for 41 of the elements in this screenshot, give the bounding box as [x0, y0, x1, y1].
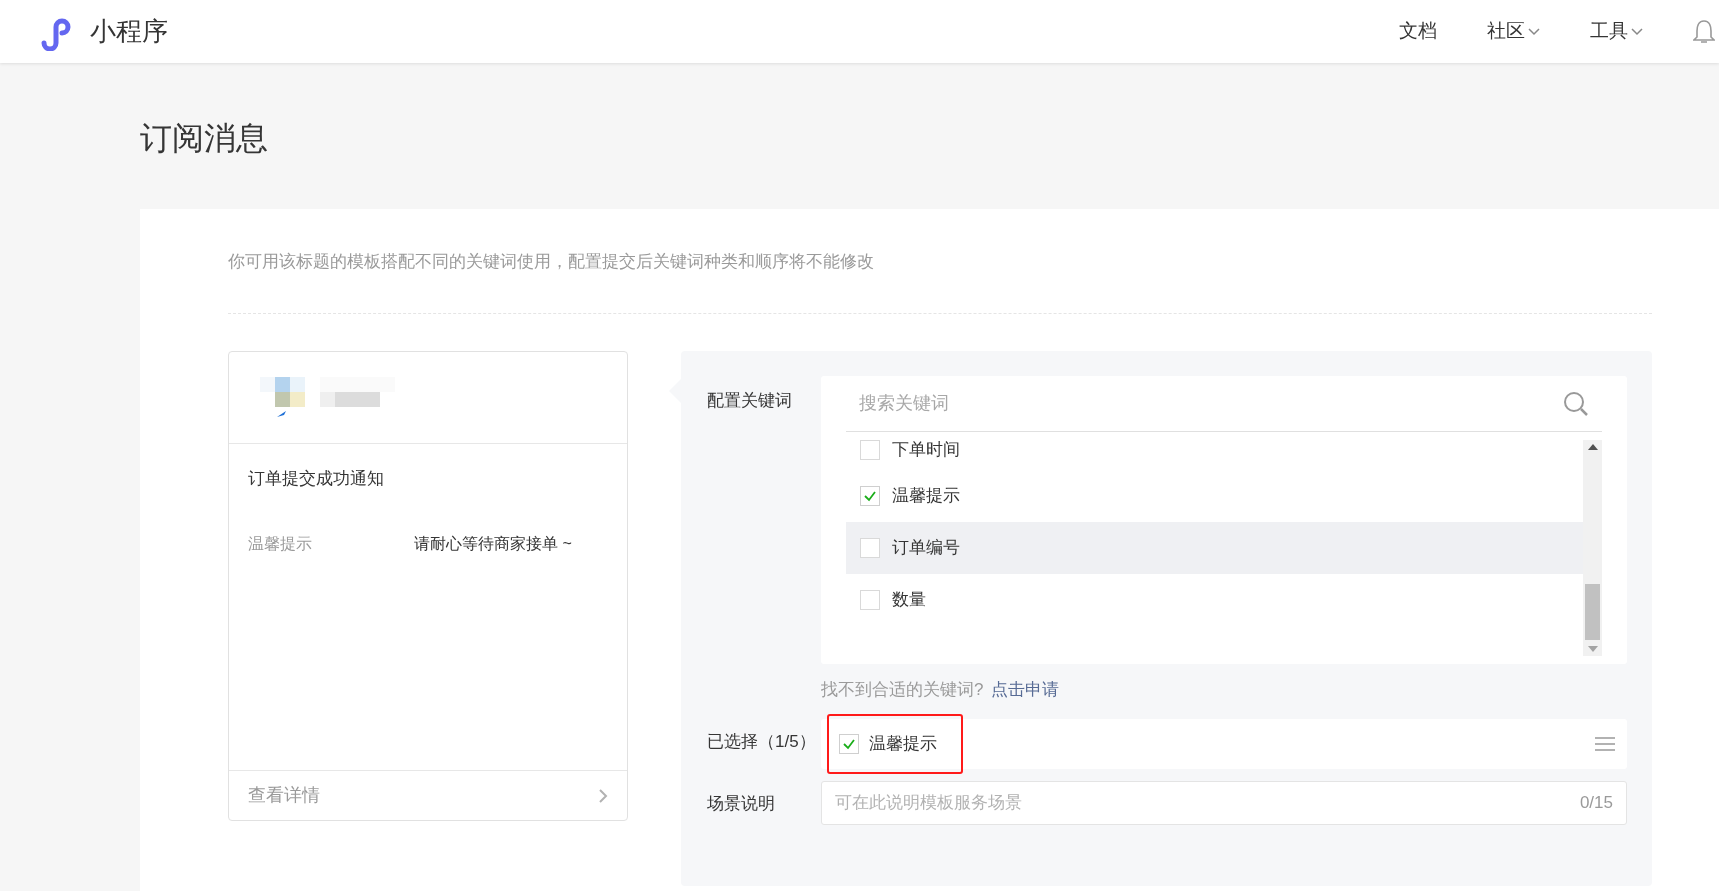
description-text: 你可用该标题的模板搭配不同的关键词使用，配置提交后关键词种类和顺序将不能修改 — [228, 251, 875, 273]
template-title: 订单提交成功通知 — [248, 468, 385, 490]
nav-link[interactable]: 工具 — [1590, 17, 1643, 46]
checkbox[interactable] — [860, 440, 880, 460]
checkbox[interactable] — [860, 486, 880, 506]
chevron-down-icon — [1631, 27, 1643, 36]
keyword-label: 数量 — [892, 590, 926, 610]
scroll-down-icon[interactable] — [1587, 646, 1598, 652]
chevron-down-icon — [1528, 27, 1540, 36]
drag-handle-icon[interactable] — [1595, 735, 1615, 752]
keyword-option[interactable]: 订单编号 — [846, 522, 1583, 574]
search-icon[interactable] — [1563, 390, 1589, 417]
checkbox[interactable] — [860, 590, 880, 610]
nav-link[interactable]: 文档 — [1399, 17, 1437, 46]
selected-keyword[interactable]: 温馨提示 — [827, 713, 963, 774]
hint-text: 找不到合适的关键词? — [821, 679, 984, 701]
field-label: 温馨提示 — [248, 533, 313, 554]
search-input[interactable]: 搜索关键词 — [859, 390, 1563, 417]
checkbox[interactable] — [839, 733, 859, 754]
field-label: 配置关键词 — [707, 390, 793, 412]
field-label: 已选择（1/5） — [707, 730, 817, 753]
search-field[interactable]: 搜索关键词 — [846, 376, 1602, 432]
keyword-label: 订单编号 — [892, 538, 960, 558]
logo-text: 小程序 — [90, 15, 168, 48]
nav-link[interactable]: 社区 — [1487, 17, 1540, 46]
scene-input[interactable]: 可在此说明模板服务场景 — [835, 789, 1580, 816]
scrollbar-thumb[interactable] — [1585, 584, 1600, 640]
scrollbar[interactable] — [1583, 440, 1602, 656]
scroll-up-icon[interactable] — [1587, 444, 1598, 450]
apply-link[interactable]: 点击申请 — [991, 677, 1060, 703]
chevron-right-icon — [598, 787, 608, 804]
checkbox[interactable] — [860, 538, 880, 558]
keyword-label: 温馨提示 — [869, 732, 937, 755]
character-counter: 0/15 — [1579, 791, 1613, 814]
check-icon — [863, 489, 877, 503]
keyword-label: 温馨提示 — [892, 486, 960, 506]
page-title: 订阅消息 — [140, 119, 269, 158]
bell-icon[interactable] — [1693, 18, 1715, 45]
keyword-label: 下单时间 — [892, 440, 960, 460]
field-label: 场景说明 — [707, 792, 776, 815]
field-value: 请耐心等待商家接单 ~ — [414, 533, 572, 554]
